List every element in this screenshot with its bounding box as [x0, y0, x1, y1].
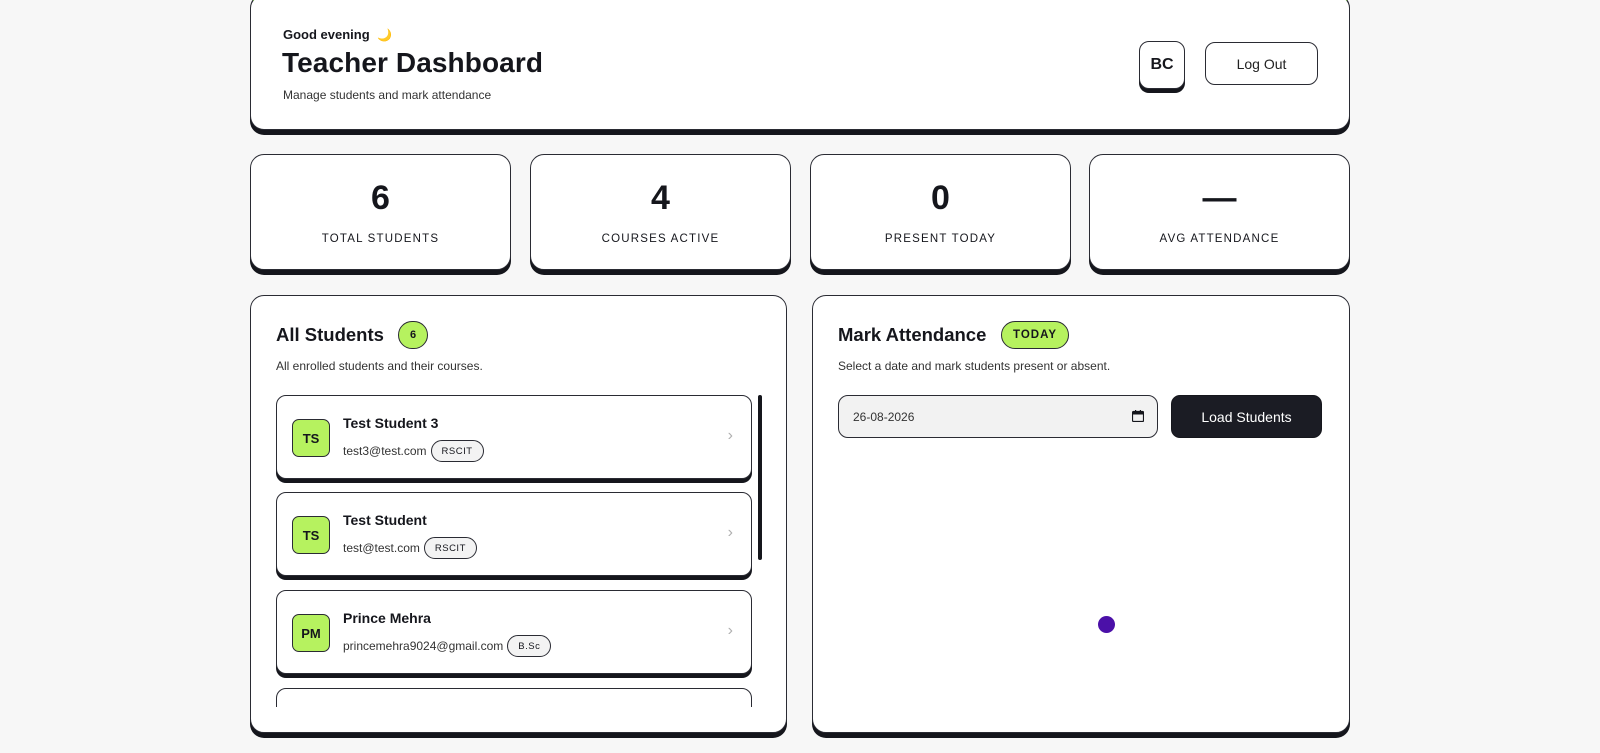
student-count-badge: 6 — [398, 321, 428, 349]
header-card: Good evening 🌙 Teacher Dashboard Manage … — [250, 0, 1350, 130]
student-list-scrollbar[interactable] — [758, 395, 762, 560]
page-subtitle: Manage students and mark attendance — [283, 88, 492, 102]
stat-card-avg-attendance: — AVG ATTENDANCE — [1089, 154, 1350, 270]
panel-title: Mark Attendance — [838, 324, 987, 345]
stat-value: — — [1202, 179, 1237, 217]
student-list[interactable]: TS Test Student 3 test3@test.com RSCIT ›… — [276, 395, 752, 707]
stat-value: 4 — [651, 179, 670, 217]
stat-label: PRESENT TODAY — [884, 233, 997, 245]
panel-title: All Students — [276, 324, 384, 345]
stat-label: TOTAL STUDENTS — [321, 233, 440, 245]
student-row[interactable]: TS Test Student test@test.com RSCIT › — [276, 492, 752, 576]
chevron-right-icon: › — [727, 524, 733, 541]
student-name: Test Student 3 — [343, 415, 439, 431]
stat-label: COURSES ACTIVE — [601, 233, 720, 245]
mark-attendance-panel: Mark Attendance TODAY Select a date and … — [812, 295, 1350, 733]
student-name: Test Student — [343, 512, 427, 528]
student-row[interactable]: TS Test Student 3 test3@test.com RSCIT › — [276, 395, 752, 479]
load-students-button[interactable]: Load Students — [1171, 395, 1322, 438]
course-badge: B.Sc — [507, 635, 552, 657]
student-email: princemehra9024@gmail.com — [343, 639, 504, 653]
student-avatar: TS — [292, 419, 330, 457]
avatar[interactable]: BC — [1139, 41, 1185, 89]
all-students-panel: All Students 6 All enrolled students and… — [250, 295, 787, 733]
course-badge: RSCIT — [423, 537, 477, 559]
panel-description: Select a date and mark students present … — [838, 359, 1111, 373]
student-name: Prince Mehra — [343, 610, 431, 626]
panel-description: All enrolled students and their courses. — [276, 359, 483, 373]
date-value: 26-08-2026 — [853, 409, 915, 424]
stat-card-present-today: 0 PRESENT TODAY — [810, 154, 1071, 270]
logout-button[interactable]: Log Out — [1205, 42, 1318, 85]
chevron-right-icon: › — [727, 427, 733, 444]
greeting-text: Good evening — [283, 27, 370, 42]
page-title: Teacher Dashboard — [282, 47, 544, 78]
greeting: Good evening 🌙 — [283, 27, 392, 42]
course-badge: RSCIT — [430, 440, 484, 462]
student-avatar: PM — [292, 614, 330, 652]
teacher-dashboard-page: Good evening 🌙 Teacher Dashboard Manage … — [0, 0, 1600, 753]
stat-card-courses-active: 4 COURSES ACTIVE — [530, 154, 791, 270]
calendar-icon[interactable] — [1132, 410, 1144, 422]
today-badge: TODAY — [1001, 321, 1069, 349]
student-email: test@test.com — [343, 541, 420, 555]
moon-icon: 🌙 — [377, 28, 393, 42]
stat-label: AVG ATTENDANCE — [1159, 233, 1280, 245]
stat-value: 0 — [931, 179, 950, 217]
student-row[interactable]: PM Prince Mehra princemehra9024@gmail.co… — [276, 590, 752, 674]
stat-value: 6 — [371, 179, 390, 217]
loading-spinner — [1098, 616, 1115, 633]
stat-card-total-students: 6 TOTAL STUDENTS — [250, 154, 511, 270]
date-input[interactable]: 26-08-2026 — [838, 395, 1158, 438]
student-row-partial[interactable] — [276, 688, 752, 707]
chevron-right-icon: › — [727, 622, 733, 639]
student-email: test3@test.com — [343, 444, 427, 458]
student-avatar: TS — [292, 516, 330, 554]
